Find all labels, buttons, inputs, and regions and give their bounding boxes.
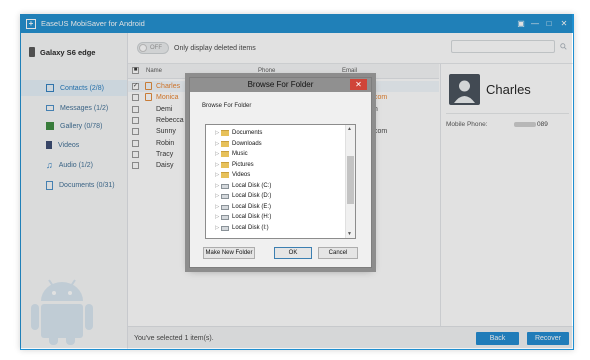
folder-tree: ▷ Documents ▷ Downloads ▷ Music ▷ Pictures ▷ Vide…	[205, 124, 356, 239]
folder-label: Music	[232, 151, 248, 157]
scroll-up-icon[interactable]: ▲	[347, 126, 352, 132]
folder-label: Videos	[232, 172, 251, 178]
drive-icon	[221, 225, 229, 231]
folder-item[interactable]: ▷ Downloads	[206, 139, 346, 149]
folder-item[interactable]: ▷ Pictures	[206, 160, 346, 170]
dialog-title: Browse For Folder	[247, 80, 314, 89]
expand-arrow-icon[interactable]: ▷	[215, 150, 219, 158]
folder-label: Pictures	[232, 161, 254, 168]
dialog-close-icon[interactable]: ✕	[350, 79, 367, 90]
folder-item[interactable]: ▷ Videos	[206, 170, 346, 180]
folder-item[interactable]: ▷ Music	[206, 149, 346, 159]
folder-item[interactable]: ▷ Local Disk (H:)	[206, 212, 346, 222]
folder-label: Local Disk (H:)	[232, 214, 272, 220]
expand-arrow-icon[interactable]: ▷	[215, 140, 219, 148]
make-new-folder-button[interactable]: Make New Folder	[203, 247, 255, 259]
folder-item[interactable]: ▷ Local Disk (I:)	[206, 223, 346, 233]
cancel-button[interactable]: Cancel	[318, 247, 358, 259]
expand-arrow-icon[interactable]: ▷	[215, 161, 219, 169]
drive-icon	[221, 194, 229, 199]
drive-icon	[221, 215, 229, 220]
ok-button[interactable]: OK	[274, 247, 312, 259]
tree-scrollbar[interactable]: ▲ ▼	[345, 125, 355, 238]
expand-arrow-icon[interactable]: ▷	[215, 213, 219, 221]
dialog-title-bar: Browse For Folder ✕	[190, 78, 371, 92]
expand-arrow-icon[interactable]: ▷	[215, 182, 219, 190]
folder-label: Local Disk (D:)	[232, 193, 272, 199]
folder-label: Local Disk (I:)	[232, 224, 269, 231]
folder-item[interactable]: ▷ Local Disk (E:)	[206, 202, 346, 212]
browse-folder-dialog: Browse For Folder ✕ Browse For Folder ▷ D…	[189, 77, 372, 268]
folder-label: Local Disk (C:)	[232, 182, 272, 189]
folder-label: Downloads	[232, 140, 262, 147]
folder-icon	[221, 130, 229, 136]
drive-icon	[221, 204, 229, 210]
folder-item[interactable]: ▷ Documents	[206, 128, 346, 138]
folder-icon	[221, 161, 229, 168]
expand-arrow-icon[interactable]: ▷	[215, 171, 219, 179]
drive-icon	[221, 183, 229, 189]
folder-icon	[221, 140, 229, 147]
expand-arrow-icon[interactable]: ▷	[215, 203, 219, 211]
folder-item[interactable]: ▷ Local Disk (D:)	[206, 191, 346, 201]
folder-item[interactable]: ▷ Local Disk (C:)	[206, 181, 346, 191]
dialog-subtitle: Browse For Folder	[202, 103, 252, 109]
scroll-down-icon[interactable]: ▼	[347, 231, 352, 237]
folder-icon	[221, 172, 229, 178]
folder-label: Documents	[232, 130, 263, 136]
expand-arrow-icon[interactable]: ▷	[215, 129, 219, 137]
folder-label: Local Disk (E:)	[232, 203, 272, 210]
scroll-thumb[interactable]	[347, 156, 354, 204]
folder-icon	[221, 151, 229, 157]
expand-arrow-icon[interactable]: ▷	[215, 224, 219, 232]
expand-arrow-icon[interactable]: ▷	[215, 192, 219, 200]
